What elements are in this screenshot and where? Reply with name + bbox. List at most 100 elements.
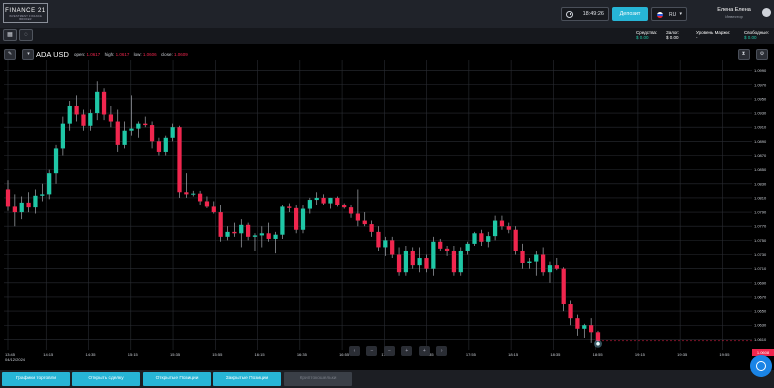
- candle-body: [534, 254, 539, 262]
- x-tick-label: 04/12/2024: [5, 357, 26, 362]
- tab-trading-charts[interactable]: Графики торговли: [2, 372, 70, 386]
- candle-body: [355, 213, 361, 221]
- margin-level-stat: Уровень Маржи: -: [696, 30, 730, 40]
- candle-body: [396, 254, 402, 273]
- candle-body: [143, 123, 148, 126]
- x-tick-label: 14:35: [86, 352, 97, 357]
- deposit-button[interactable]: Депозит: [612, 7, 648, 21]
- candle-body: [218, 212, 223, 237]
- zoom-out-button[interactable]: −: [366, 346, 378, 356]
- candle-body: [239, 224, 244, 234]
- candle-body: [554, 265, 559, 269]
- candle-body: [328, 197, 333, 204]
- live-chat-button[interactable]: [750, 355, 772, 377]
- candle-body: [88, 113, 93, 126]
- candle-body: [122, 130, 127, 145]
- drawing-tools-button[interactable]: ✎: [4, 49, 16, 60]
- x-tick-label: 15:55: [212, 352, 223, 357]
- candle-body: [294, 207, 299, 230]
- y-tick-label: 1.0990: [754, 68, 767, 73]
- candle-body: [204, 201, 210, 207]
- y-tick-label: 1.0770: [754, 224, 767, 229]
- candle-body: [362, 220, 367, 225]
- ohlc-readout: open: 1.0617 high: 1.0617 low: 1.0606 cl…: [74, 52, 191, 57]
- funds-value: $ 0.00: [636, 35, 649, 40]
- user-role: Инвестор: [725, 14, 743, 19]
- y-tick-label: 1.0810: [754, 195, 767, 200]
- timeframe-button[interactable]: ⧗: [737, 49, 750, 60]
- candle-body: [287, 206, 292, 208]
- logo[interactable]: FINANCE 21 INVESTMENT FINANCE BROKER: [3, 3, 48, 23]
- candle-body: [300, 208, 306, 230]
- free-stat: Свободные: $ 0.00: [744, 30, 769, 40]
- margin-value: $ 0.00: [666, 35, 679, 40]
- tab-open-trade[interactable]: Открыть сделку: [72, 372, 140, 386]
- clock-time: 18:49:26: [582, 11, 604, 17]
- candle-body: [60, 123, 66, 149]
- candle-body: [424, 258, 429, 269]
- account-bar: ▦ ◌ Средства: $ 0.00 Залог: $ 0.00 Урове…: [0, 28, 774, 44]
- candle-body: [19, 202, 24, 213]
- scroll-right-button[interactable]: ›: [436, 346, 448, 356]
- x-tick-label: 15:15: [128, 352, 139, 357]
- calendar-button[interactable]: ▦: [3, 29, 17, 41]
- x-tick-label: 18:15: [508, 352, 519, 357]
- chart-panel[interactable]: 1.0990 1.0970 1.0950 1.0930 1.0910 1.0890 1.08…: [0, 44, 774, 370]
- y-tick-label: 1.0650: [754, 309, 767, 314]
- y-tick-label: 1.0690: [754, 280, 767, 285]
- x-tick-label: 14:15: [43, 352, 54, 357]
- y-tick-label: 1.0630: [754, 323, 767, 328]
- y-tick-label: 1.0910: [754, 125, 767, 130]
- tab-closed-positions[interactable]: Закрытые Позиции: [213, 372, 281, 386]
- chart-toolbar-right: ⧗ ⚙: [737, 49, 770, 67]
- candlestick-chart[interactable]: 1.0990 1.0970 1.0950 1.0930 1.0910 1.0890 1.08…: [0, 44, 774, 370]
- candle-body: [403, 250, 409, 273]
- candle-body: [314, 197, 319, 201]
- avatar[interactable]: [762, 8, 771, 17]
- candle-body: [582, 325, 587, 329]
- margin-stat: Залог: $ 0.00: [666, 30, 679, 40]
- candle-body: [170, 127, 175, 138]
- chart-menu-button[interactable]: ▾: [22, 49, 35, 60]
- scroll-left-button[interactable]: ‹: [349, 346, 360, 356]
- zoom-in-button[interactable]: +: [401, 346, 413, 356]
- chart-settings-button[interactable]: ⚙: [756, 49, 768, 60]
- language-select[interactable]: RU ▾: [651, 7, 687, 21]
- margin-level-value: -: [696, 35, 698, 40]
- chevron-down-icon: ▾: [679, 11, 682, 17]
- candle-body: [163, 137, 168, 152]
- bottom-tab-bar: Графики торговли Открыть сделку Открытые…: [0, 370, 774, 388]
- trading-app: FINANCE 21 INVESTMENT FINANCE BROKER 18:…: [0, 0, 774, 388]
- candle-body: [191, 193, 196, 195]
- x-tick-label: 16:15: [255, 352, 266, 357]
- chat-toggle-button[interactable]: ◌: [19, 29, 33, 41]
- candle-body: [540, 254, 546, 273]
- user-menu[interactable]: Елена Елена Инвестор: [713, 7, 755, 19]
- candle-body: [417, 258, 422, 266]
- candle-body: [383, 240, 388, 248]
- calendar-icon: ▦: [7, 32, 13, 38]
- candle-body: [527, 261, 532, 263]
- language-code: RU: [669, 11, 677, 18]
- free-value: $ 0.00: [744, 35, 757, 40]
- margin-level-label: Уровень Маржи:: [696, 30, 731, 35]
- x-tick-label: 19:35: [677, 352, 688, 357]
- candle-body: [40, 194, 45, 196]
- zoom-in-more-button[interactable]: +: [418, 346, 430, 356]
- y-tick-label: 1.0830: [754, 181, 767, 186]
- candle-body: [390, 240, 395, 255]
- candle-body: [479, 233, 484, 242]
- candle-body: [149, 125, 155, 142]
- candle-body: [12, 206, 17, 213]
- y-tick-label: 1.0850: [754, 167, 767, 172]
- candle-body: [410, 250, 415, 266]
- tab-open-positions[interactable]: Открытые Позиции: [143, 372, 211, 386]
- candle-body: [589, 325, 594, 333]
- x-tick-label: 19:15: [635, 352, 646, 357]
- candle-body: [321, 197, 326, 204]
- candle-body: [342, 205, 347, 208]
- zoom-out-more-button[interactable]: −: [383, 346, 395, 356]
- candle-body: [335, 197, 340, 205]
- candle-body: [547, 265, 553, 273]
- x-tick-label: 17:55: [466, 352, 477, 357]
